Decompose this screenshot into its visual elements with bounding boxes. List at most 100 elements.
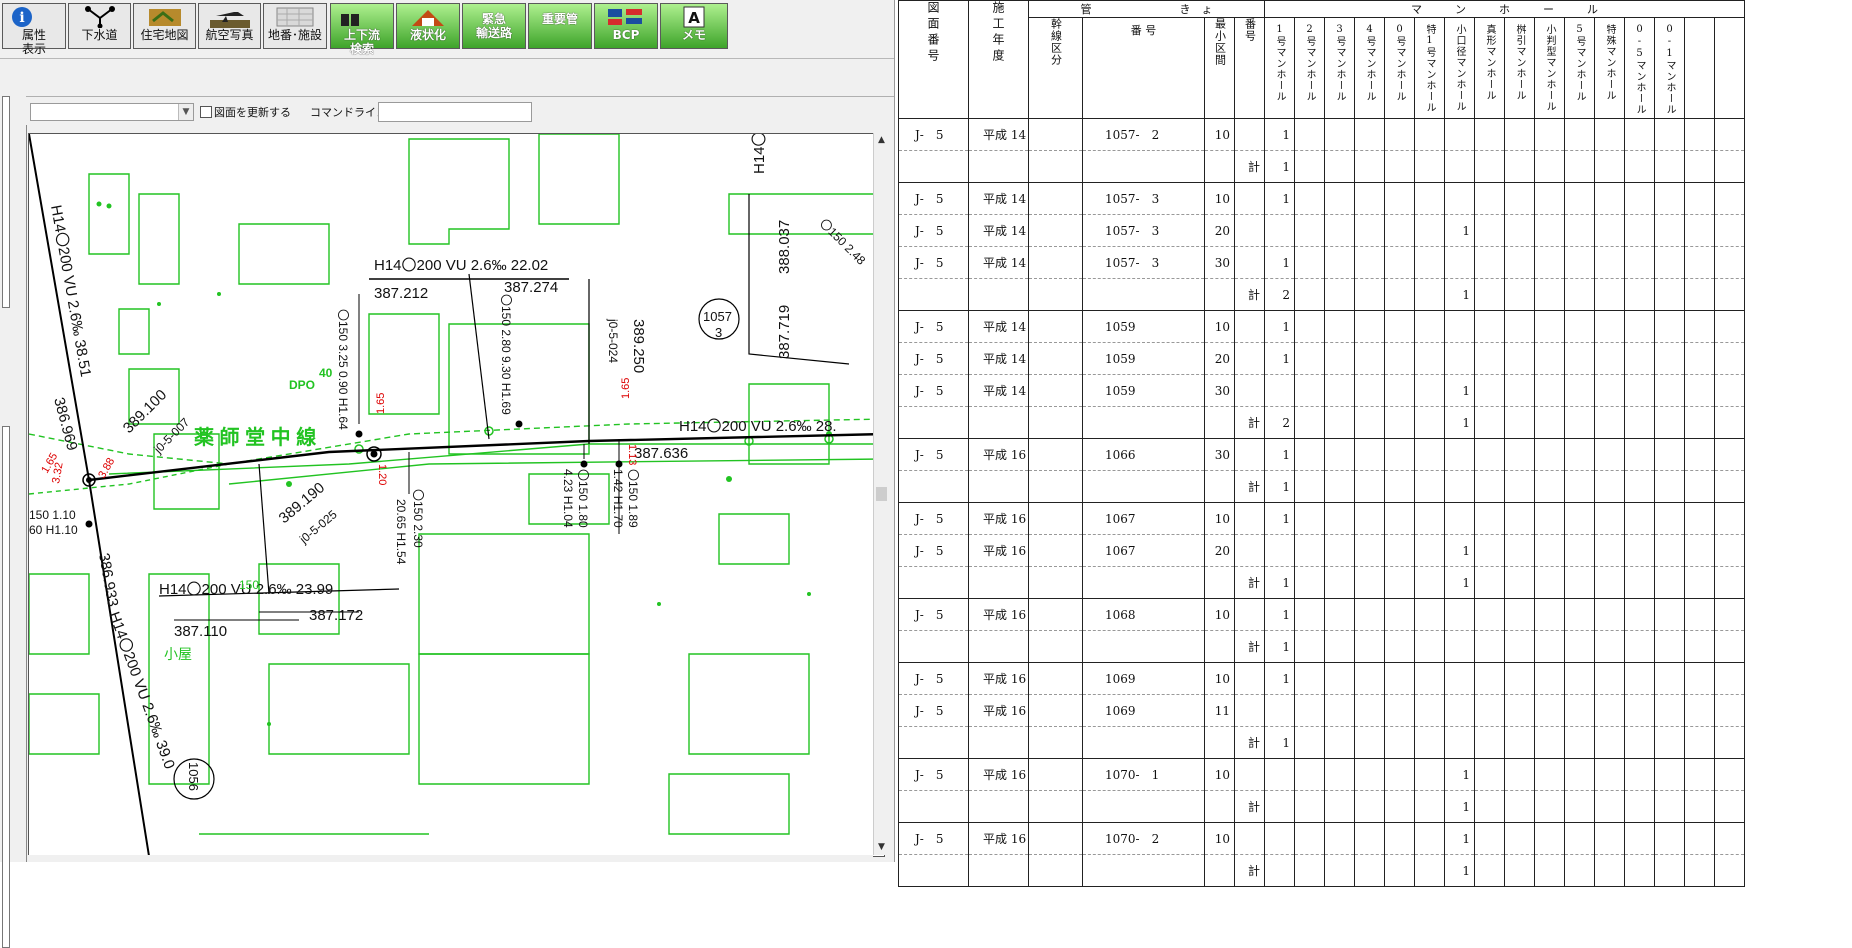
cell-manhole bbox=[1354, 726, 1385, 759]
residential-map-button[interactable]: 住宅地図 bbox=[133, 3, 196, 49]
table-row[interactable]: 計1 bbox=[898, 470, 1745, 503]
cell-manhole bbox=[1594, 118, 1625, 151]
table-row[interactable]: 計1 bbox=[898, 630, 1745, 663]
command-line-input[interactable] bbox=[378, 102, 532, 122]
cell-bangou bbox=[1082, 630, 1205, 663]
map-horizontal-scrollbar[interactable] bbox=[28, 855, 873, 862]
table-row[interactable]: J- 5 平成 16 1067 20 1 bbox=[898, 534, 1745, 567]
scroll-up-icon[interactable]: ▲ bbox=[874, 133, 889, 148]
scroll-thumb[interactable] bbox=[876, 487, 887, 501]
lot-facility-button[interactable]: 地番･施設 bbox=[263, 3, 327, 49]
table-row[interactable]: J- 5 平成 14 1059 30 1 bbox=[898, 374, 1745, 407]
cell-ban2 bbox=[1234, 246, 1265, 279]
cell-manhole bbox=[1414, 470, 1445, 503]
cell-saisho bbox=[1204, 406, 1235, 439]
cell-manhole bbox=[1534, 342, 1565, 375]
table-row[interactable]: 計2 1 bbox=[898, 278, 1745, 311]
liquefaction-icon bbox=[412, 10, 444, 26]
cell-ban2 bbox=[1234, 438, 1265, 471]
cell-nendo bbox=[968, 278, 1029, 311]
table-row[interactable]: 計1 bbox=[898, 854, 1745, 887]
table-row[interactable]: 計1 bbox=[898, 726, 1745, 759]
cell-manhole bbox=[1294, 438, 1325, 471]
cell-manhole bbox=[1504, 502, 1535, 535]
cell-manhole bbox=[1414, 118, 1445, 151]
cell-manhole: 1 bbox=[1264, 598, 1295, 631]
bcp-button[interactable]: BCP bbox=[594, 3, 658, 49]
cell-bangou bbox=[1082, 470, 1205, 503]
cell-bangou: 1069 bbox=[1082, 694, 1205, 727]
cell-manhole bbox=[1564, 566, 1595, 599]
table-row[interactable]: J- 5 平成 14 1059 20 1 bbox=[898, 342, 1745, 375]
toolbar-label: 下水道 bbox=[81, 28, 118, 42]
important-pipe-button[interactable]: 重要管 bbox=[528, 3, 592, 49]
cell-manhole bbox=[1444, 438, 1475, 471]
cell-manhole bbox=[1654, 118, 1685, 151]
cell-manhole bbox=[1684, 150, 1715, 183]
scroll-down-icon[interactable]: ▼ bbox=[874, 840, 889, 855]
cell-kansen bbox=[1028, 342, 1083, 375]
table-row[interactable]: J- 5 平成 14 1057- 3 10 1 bbox=[898, 182, 1745, 215]
cell-ban2 bbox=[1234, 342, 1265, 375]
cell-manhole bbox=[1624, 502, 1655, 535]
cell-manhole bbox=[1594, 374, 1625, 407]
col-header-manhole-label: 0-1マンホール bbox=[1664, 24, 1675, 115]
table-row[interactable]: J- 5 平成 14 1059 10 1 bbox=[898, 310, 1745, 343]
cell-manhole: 1 bbox=[1444, 790, 1475, 823]
cell-manhole bbox=[1504, 374, 1535, 407]
emergency-route-button[interactable]: 緊急 輸送路 bbox=[462, 3, 526, 49]
cell-manhole: 1 bbox=[1264, 150, 1295, 183]
cell-manhole bbox=[1444, 342, 1475, 375]
table-row[interactable]: 計1 bbox=[898, 790, 1745, 823]
cell-manhole bbox=[1594, 598, 1625, 631]
table-row[interactable]: J- 5 平成 16 1069 11 bbox=[898, 694, 1745, 727]
cell-manhole bbox=[1684, 598, 1715, 631]
cell-ban2: 計 bbox=[1234, 406, 1265, 439]
table-row[interactable]: 計2 1 bbox=[898, 406, 1745, 439]
cell-manhole bbox=[1324, 790, 1355, 823]
chevron-down-icon[interactable]: ▼ bbox=[178, 104, 193, 120]
table-row[interactable]: J- 5 平成 16 1070- 2 10 1 bbox=[898, 822, 1745, 855]
liquefaction-button[interactable]: 液状化 bbox=[396, 3, 460, 49]
table-row[interactable]: J- 5 平成 14 1057- 3 20 1 bbox=[898, 214, 1745, 247]
cell-manhole bbox=[1324, 502, 1355, 535]
cell-manhole bbox=[1414, 438, 1445, 471]
table-row[interactable]: J- 5 平成 14 1057- 3 30 1 bbox=[898, 246, 1745, 279]
cell-manhole bbox=[1714, 598, 1745, 631]
layer-select[interactable]: ▼ bbox=[30, 103, 194, 121]
table-row[interactable]: J- 5 平成 16 1067 10 1 bbox=[898, 502, 1745, 535]
cell-manhole bbox=[1324, 822, 1355, 855]
cell-manhole bbox=[1324, 598, 1355, 631]
col-header-manhole-label: 1号マンホール bbox=[1274, 24, 1285, 102]
table-row[interactable]: 計1 bbox=[898, 150, 1745, 183]
map-vertical-scrollbar[interactable]: ▲ ▼ bbox=[873, 133, 889, 855]
cell-manhole bbox=[1504, 534, 1535, 567]
table-row[interactable]: J- 5 平成 16 1070- 1 10 1 bbox=[898, 758, 1745, 791]
cell-manhole bbox=[1684, 246, 1715, 279]
cell-manhole bbox=[1654, 854, 1685, 887]
cell-manhole bbox=[1534, 694, 1565, 727]
aerial-photo-button[interactable]: 航空写真 bbox=[198, 3, 261, 49]
cell-manhole bbox=[1384, 502, 1415, 535]
update-drawing-checkbox[interactable] bbox=[200, 106, 212, 118]
cell-manhole bbox=[1294, 630, 1325, 663]
table-row[interactable]: J- 5 平成 14 1057- 2 10 1 bbox=[898, 118, 1745, 151]
cell-manhole bbox=[1654, 790, 1685, 823]
cell-saisho: 10 bbox=[1204, 118, 1235, 151]
table-row[interactable]: 計11 bbox=[898, 566, 1745, 599]
upstream-search-button[interactable]: 上下流 検索 bbox=[330, 3, 394, 56]
attr-display-button[interactable]: i 属性 表示 bbox=[2, 3, 66, 56]
col-header-bangou-label: 番 号 bbox=[1130, 24, 1157, 37]
sewer-button[interactable]: 下水道 bbox=[68, 3, 131, 49]
cell-zu bbox=[898, 854, 969, 887]
cell-manhole bbox=[1474, 598, 1505, 631]
cell-manhole bbox=[1414, 598, 1445, 631]
memo-button[interactable]: A メモ bbox=[660, 3, 728, 49]
cell-manhole bbox=[1714, 278, 1745, 311]
depth-label: 1.13 bbox=[626, 444, 638, 465]
table-row[interactable]: J- 5 平成 16 1068 10 1 bbox=[898, 598, 1745, 631]
table-row[interactable]: J- 5 平成 16 1066 30 1 bbox=[898, 438, 1745, 471]
map-canvas[interactable]: H14〇200 VU 2.6‰ 38.51 H14〇200 VU 2.6‰ 22… bbox=[28, 133, 885, 857]
table-row[interactable]: J- 5 平成 16 1069 10 1 bbox=[898, 662, 1745, 695]
cell-manhole bbox=[1684, 502, 1715, 535]
